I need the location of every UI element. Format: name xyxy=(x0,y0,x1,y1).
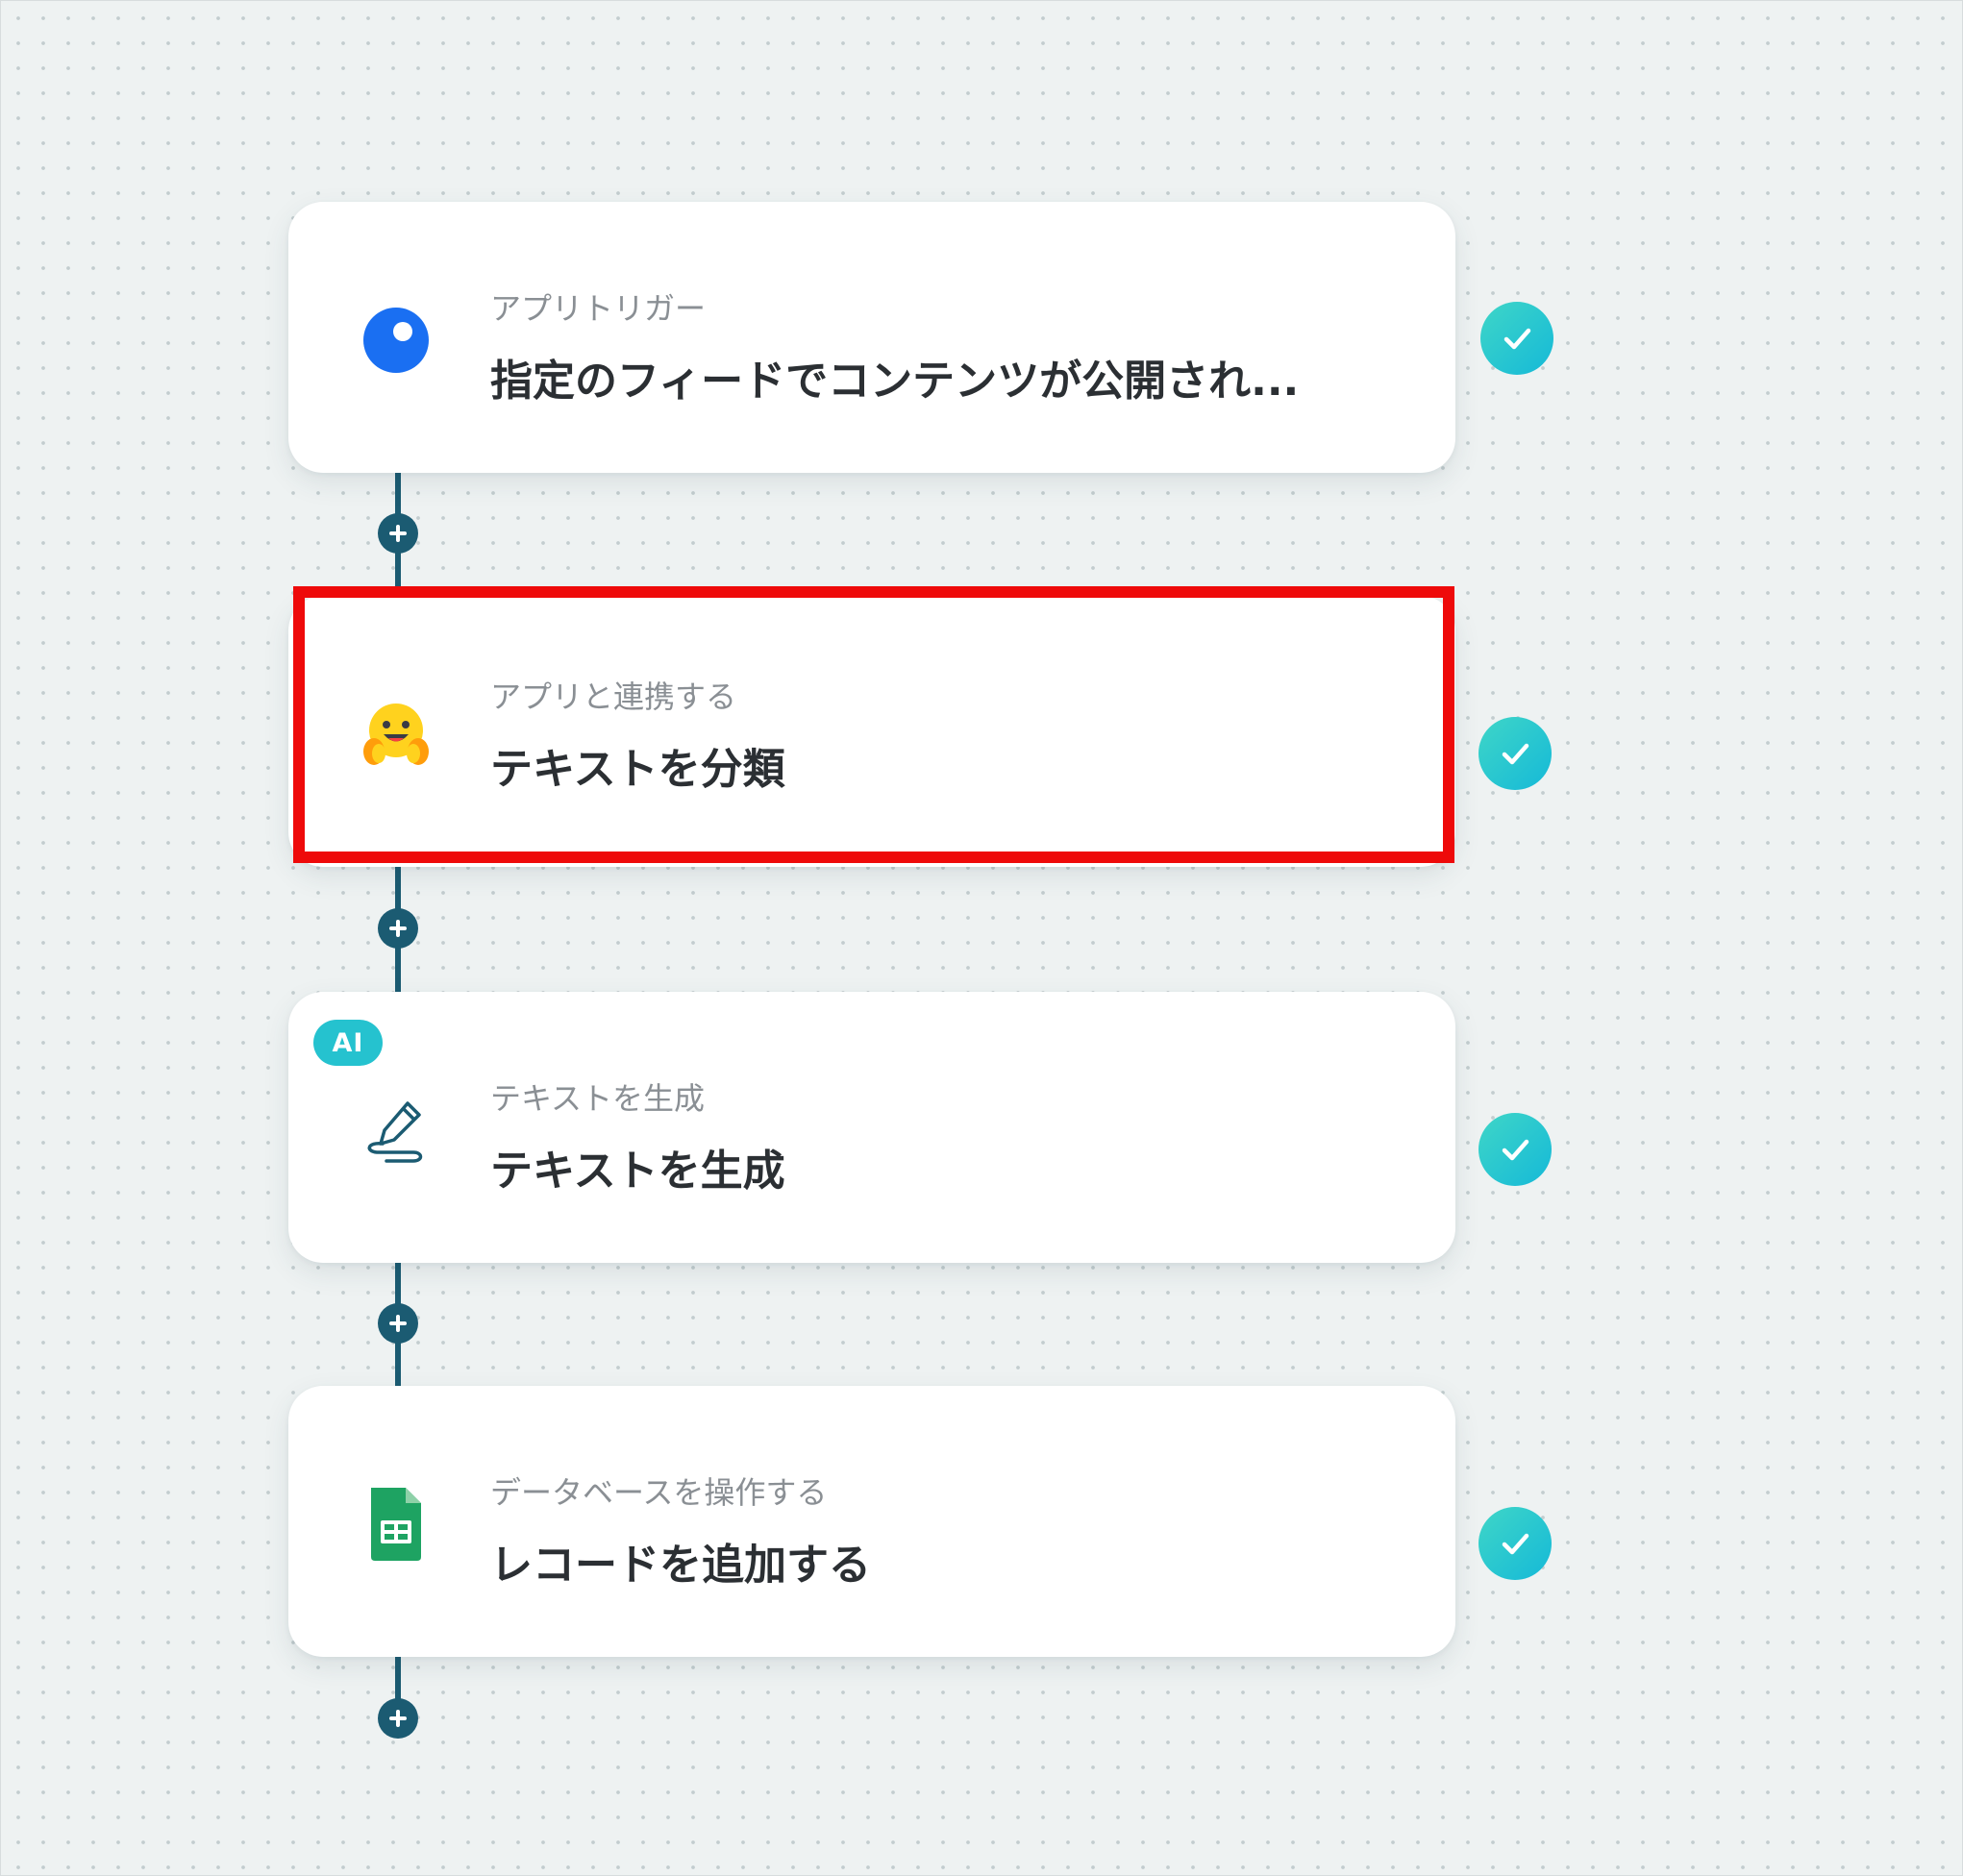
status-check-icon xyxy=(1478,1507,1552,1580)
step-type-label: テキストを生成 xyxy=(490,1080,706,1117)
plus-icon xyxy=(389,920,407,937)
status-check-icon xyxy=(1478,1113,1552,1186)
add-step-button[interactable] xyxy=(378,1303,418,1344)
add-step-button[interactable] xyxy=(378,908,418,949)
plus-icon xyxy=(389,1710,407,1727)
ai-badge: AI xyxy=(313,1020,383,1066)
google-sheets-icon xyxy=(358,1486,435,1563)
plus-icon xyxy=(389,1315,407,1332)
step-type-label: データベースを操作する xyxy=(490,1474,828,1511)
step-card-generate[interactable]: テキストを生成 テキストを生成 xyxy=(288,992,1455,1263)
add-step-button[interactable] xyxy=(378,513,418,554)
status-check-icon xyxy=(1478,717,1552,790)
rss-app-icon xyxy=(358,302,435,379)
hugging-face-icon xyxy=(358,696,435,773)
step-card-classify[interactable]: アプリと連携する テキストを分類 xyxy=(288,596,1455,867)
plus-icon xyxy=(389,525,407,542)
step-card-database[interactable]: データベースを操作する レコードを追加する xyxy=(288,1386,1455,1657)
step-type-label: アプリトリガー xyxy=(490,290,707,327)
step-card-trigger[interactable]: アプリトリガー 指定のフィードでコンテンツが公開され... xyxy=(288,202,1455,473)
step-title: テキストを生成 xyxy=(490,1147,785,1196)
status-check-icon xyxy=(1480,302,1553,375)
add-step-button[interactable] xyxy=(378,1698,418,1739)
step-type-label: アプリと連携する xyxy=(490,679,737,715)
step-title: レコードを追加する xyxy=(490,1541,871,1590)
step-title: テキストを分類 xyxy=(490,745,785,794)
step-title: 指定のフィードでコンテンツが公開され... xyxy=(490,357,1300,406)
pen-write-icon xyxy=(358,1092,435,1169)
